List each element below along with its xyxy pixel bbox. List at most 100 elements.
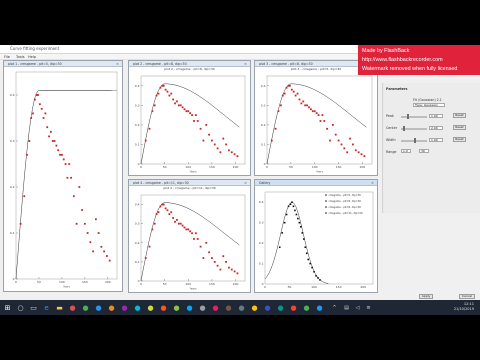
x-tick-label: 50	[288, 285, 292, 289]
system-clock[interactable]: 12:11 21/10/2019	[454, 302, 474, 312]
network-icon[interactable]: ▤	[342, 303, 351, 312]
tray-chevron-icon[interactable]: ^	[330, 303, 339, 312]
app-icon-grey[interactable]: ●	[198, 303, 207, 312]
y-tick-label: 0.1	[135, 142, 140, 146]
plot-window-header: plot 1 - cmsgame - pit=5, dip=30 ×	[4, 61, 122, 67]
app-icon-green-2[interactable]: ●	[302, 303, 311, 312]
app-icon-indigo[interactable]: ●	[263, 303, 272, 312]
center-reset-button[interactable]: Reset	[453, 125, 466, 130]
app-icon-orange[interactable]: ●	[107, 303, 116, 312]
y-tick-label: 0.4	[259, 200, 264, 204]
data-point	[181, 106, 184, 109]
data-point	[213, 143, 216, 146]
start-windows-icon[interactable]: ⊞	[3, 303, 12, 312]
data-point	[37, 94, 39, 96]
data-point	[205, 241, 208, 244]
x-axis-label: Years	[190, 287, 197, 291]
data-point	[300, 102, 303, 105]
data-point	[68, 163, 71, 165]
panel-heading: Parameters	[386, 87, 408, 91]
app-icon-green[interactable]: ●	[81, 303, 90, 312]
edge-browser-icon[interactable]: e	[42, 303, 51, 312]
close-icon[interactable]: ×	[371, 181, 375, 185]
search-icon[interactable]: ○	[16, 303, 25, 312]
data-point	[363, 155, 366, 158]
range-from-input[interactable]: 1.0	[401, 149, 411, 153]
app-icon-amber[interactable]: ●	[250, 303, 259, 312]
app-icon-light-blue[interactable]: ●	[185, 303, 194, 312]
data-point	[360, 153, 363, 156]
x-axis-label: Years	[190, 170, 197, 174]
app-icon-pink[interactable]: ●	[211, 303, 220, 312]
peak-slider[interactable]	[401, 116, 427, 118]
data-point	[292, 90, 295, 93]
cancel-button[interactable]: Cancel	[459, 294, 475, 299]
plot-window-left[interactable]: plot 1 - cmsgame - pit=5, dip=30 × 0 0.1 0…	[3, 60, 123, 292]
data-point	[100, 245, 103, 248]
data-point	[337, 139, 340, 142]
data-point	[219, 151, 222, 154]
width-reset-button[interactable]: Reset	[453, 137, 466, 142]
data-point	[170, 92, 173, 95]
app-icon-teal[interactable]: ●	[276, 303, 285, 312]
apply-button[interactable]: Apply	[419, 294, 433, 299]
app-icon-brown[interactable]: ●	[224, 303, 233, 312]
watermark-line-3: Watermark removed when fully licensed	[362, 66, 458, 72]
range-to-input[interactable]: 30	[419, 149, 429, 153]
language-icon[interactable]: ≡	[364, 303, 373, 312]
data-point	[277, 110, 280, 113]
plot-window-top-middle[interactable]: plot 2 - cmsgame - pit=8, dip=30 × plot …	[128, 60, 251, 176]
data-point	[292, 205, 295, 208]
data-point	[307, 258, 309, 261]
data-point	[199, 245, 202, 248]
peak-reset-button[interactable]: Reset	[453, 113, 466, 118]
app-icon-blue[interactable]: ●	[94, 303, 103, 312]
data-point	[354, 149, 357, 152]
center-value[interactable]: 2.00	[429, 126, 443, 130]
app-icon-blue-2[interactable]: ●	[315, 303, 324, 312]
close-icon[interactable]: ×	[244, 181, 248, 185]
plot-window-bottom-middle[interactable]: plot 4 - cmsgame - pit=11, dip=30 × plot…	[128, 179, 251, 293]
y-tick-label: 0.2	[135, 123, 140, 127]
legend-marker	[325, 212, 327, 214]
data-point	[319, 279, 321, 281]
plot-window-bottom-right[interactable]: Gallery × 0 50 100 150 200 0 0.1 0.2 0.3 0.4 cmsga…	[254, 179, 378, 293]
x-tick-label: 0	[140, 282, 142, 286]
close-icon[interactable]: ×	[116, 62, 120, 66]
folder-icon[interactable]: ▬	[55, 303, 64, 312]
data-point	[211, 139, 213, 142]
data-point	[66, 176, 69, 179]
width-slider-handle[interactable]	[414, 138, 416, 143]
data-point	[311, 266, 313, 269]
data-point	[315, 275, 317, 277]
task-view-icon[interactable]: ▭	[29, 303, 38, 312]
data-point	[357, 151, 360, 154]
app-icon-red[interactable]: ●	[68, 303, 77, 312]
x-tick-label: 200	[360, 165, 366, 169]
y-tick-label: 0.2	[259, 241, 264, 245]
clock-date: 21/10/2019	[453, 307, 474, 311]
data-point	[294, 94, 297, 97]
data-point	[153, 104, 156, 107]
close-icon[interactable]: ×	[244, 62, 248, 66]
app-icon-purple[interactable]: ●	[120, 303, 129, 312]
app-icon-light-green[interactable]: ●	[172, 303, 181, 312]
data-point	[216, 264, 219, 267]
app-icon-lime[interactable]: ●	[146, 303, 155, 312]
window-title: Curve fitting experiment	[10, 46, 60, 51]
data-point	[302, 238, 305, 240]
peak-value[interactable]: 1.00	[429, 114, 443, 118]
y-tick-label: 0.1	[10, 231, 15, 235]
width-value[interactable]: 1.00	[429, 138, 443, 142]
app-icon-red-2[interactable]: ●	[289, 303, 298, 312]
app-icon-deep-orange[interactable]: ●	[159, 303, 168, 312]
data-point	[306, 104, 308, 107]
app-icon-blue-grey[interactable]: ●	[237, 303, 246, 312]
volume-icon[interactable]: ◁	[353, 303, 362, 312]
center-slider-handle[interactable]	[403, 126, 405, 131]
app-icon-cyan[interactable]: ●	[133, 303, 142, 312]
plot-window-top-right[interactable]: plot 3 - cmsgame - pit=8, dip=30 × plot …	[254, 60, 378, 176]
peak-slider-handle[interactable]	[407, 114, 409, 119]
taskbar: ⊞ ○ ▭ e ▬ ● ● ● ● ● ● ● ● ● ● ● ● ● ● ● …	[0, 300, 480, 315]
type-select[interactable]: Type: Gaussian	[413, 103, 445, 107]
